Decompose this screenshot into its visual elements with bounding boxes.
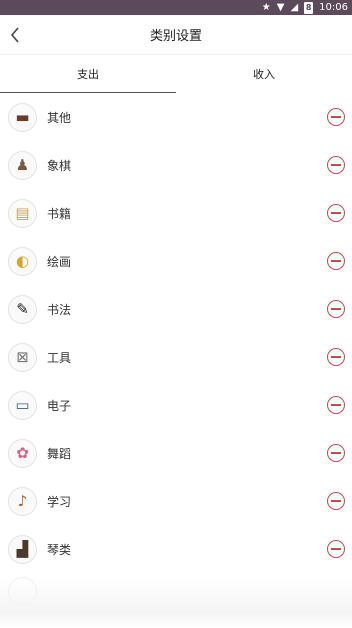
list-item: ▭ 电子 (0, 381, 352, 429)
bottom-fade (0, 578, 352, 628)
category-label: 绘画 (47, 254, 72, 269)
piano-glyph: ▟ (16, 539, 29, 558)
list-item: ▬ 其他 (0, 93, 352, 141)
delete-button[interactable] (327, 300, 345, 318)
battery-level: 8 (305, 3, 312, 12)
list-item: ♪ 学习 (0, 477, 352, 525)
computer-glyph: ▭ (15, 395, 30, 414)
wifi-icon: ▼ (276, 2, 285, 13)
other-glyph: ▬ (15, 107, 30, 126)
status-time: 10:06 (319, 2, 348, 13)
tools-icon: ⊠ (8, 342, 37, 372)
category-label: 学习 (47, 494, 72, 509)
battery-icon: 8 (304, 1, 314, 14)
piano-icon: ▟ (8, 534, 37, 564)
top-bar: 类别设置 (0, 15, 352, 55)
category-label: 电子 (47, 398, 72, 413)
delete-button[interactable] (327, 492, 345, 510)
list-item: ✿ 舞蹈 (0, 429, 352, 477)
tab-income[interactable]: 收入 (176, 55, 352, 93)
list-item: ⊠ 工具 (0, 333, 352, 381)
status-bar: ★ ▼ ◢ 8 10:06 (0, 0, 352, 15)
category-label: 象棋 (47, 158, 72, 173)
delete-button[interactable] (327, 444, 345, 462)
chess-glyph: ♟ (15, 155, 30, 174)
list-item: ▟ 琴类 (0, 525, 352, 573)
category-list: ▬ 其他 ♟ 象棋 ▤ 书籍 ◐ 绘画 ✎ 书法 ⊠ 工具 ▭ 电子 ✿ 舞蹈 … (0, 93, 352, 606)
palette-glyph: ◐ (15, 251, 30, 270)
chess-icon: ♟ (8, 150, 37, 180)
tab-bar: 支出 收入 (0, 55, 352, 93)
back-button[interactable] (4, 23, 26, 47)
tab-income-label: 收入 (253, 68, 275, 81)
page-title: 类别设置 (149, 29, 202, 44)
violin-icon: ♪ (8, 486, 37, 516)
list-item: ♟ 象棋 (0, 141, 352, 189)
list-item: ✎ 书法 (0, 285, 352, 333)
brush-glyph: ✎ (16, 299, 29, 318)
category-label: 书法 (47, 302, 72, 317)
delete-button[interactable] (327, 156, 345, 174)
category-label: 其他 (47, 110, 72, 125)
star-icon: ★ (261, 2, 271, 13)
delete-button[interactable] (327, 204, 345, 222)
delete-button[interactable] (327, 396, 345, 414)
other-icon: ▬ (8, 102, 37, 132)
delete-button[interactable] (327, 540, 345, 558)
category-label: 琴类 (47, 542, 72, 557)
tab-expense-label: 支出 (77, 68, 99, 81)
chevron-left-icon (10, 27, 19, 43)
category-label: 书籍 (47, 206, 72, 221)
delete-button[interactable] (327, 108, 345, 126)
dance-glyph: ✿ (16, 443, 29, 462)
violin-glyph: ♪ (17, 491, 28, 510)
tools-glyph: ⊠ (16, 347, 29, 366)
signal-off-icon: ◢ (290, 2, 299, 13)
dance-icon: ✿ (8, 438, 37, 468)
delete-button[interactable] (327, 252, 345, 270)
book-icon: ▤ (8, 198, 37, 228)
palette-icon: ◐ (8, 246, 37, 276)
category-label: 舞蹈 (47, 446, 72, 461)
list-item: ◐ 绘画 (0, 237, 352, 285)
category-label: 工具 (47, 350, 72, 365)
delete-button[interactable] (327, 348, 345, 366)
book-glyph: ▤ (15, 203, 30, 222)
tab-expense[interactable]: 支出 (0, 55, 176, 93)
list-item: ▤ 书籍 (0, 189, 352, 237)
brush-icon: ✎ (8, 294, 37, 324)
computer-icon: ▭ (8, 390, 37, 420)
